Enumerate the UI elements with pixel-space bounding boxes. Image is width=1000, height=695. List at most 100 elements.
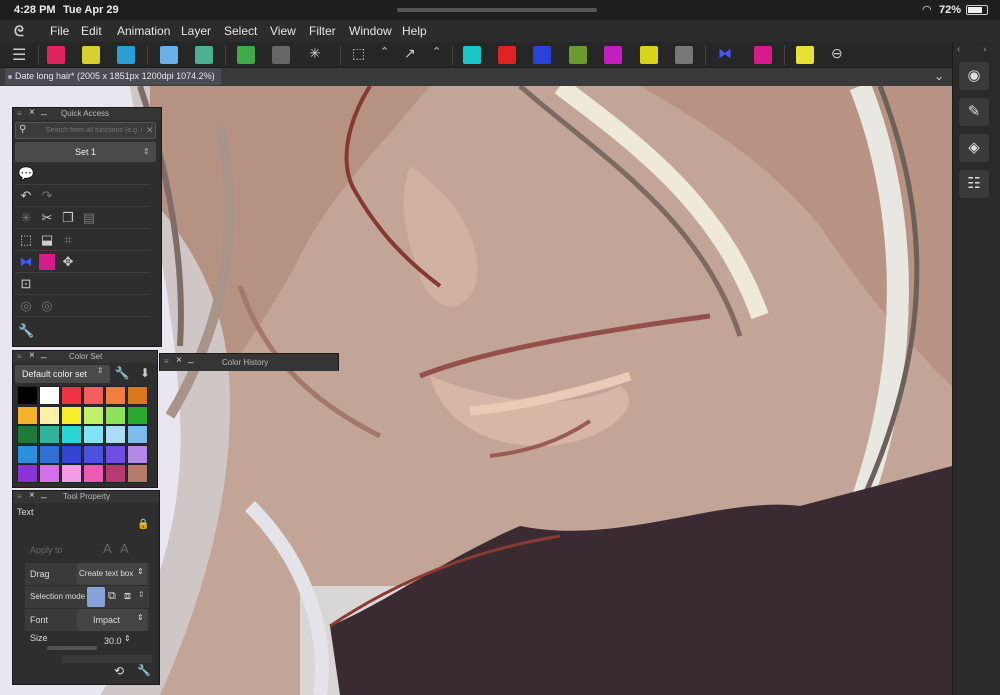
color-swatch[interactable]: [127, 405, 148, 425]
menu-edit[interactable]: Edit: [81, 24, 102, 38]
color-swatch[interactable]: [105, 386, 126, 405]
brush-burst-icon[interactable]: ✳: [309, 45, 321, 62]
color-swatch[interactable]: [83, 386, 104, 405]
green-tool-icon[interactable]: [569, 46, 587, 64]
collapse-left-icon[interactable]: ‹: [957, 44, 960, 55]
color-swatch[interactable]: [17, 386, 38, 405]
mesh-icon[interactable]: ⌗: [60, 232, 76, 248]
color-swatch[interactable]: [83, 425, 104, 445]
minimize-icon[interactable]: _: [41, 105, 47, 116]
menu-file[interactable]: File: [50, 24, 69, 38]
layers-icon[interactable]: ◈: [959, 134, 989, 162]
speech-bubble-icon[interactable]: 💬: [18, 166, 34, 182]
color-swatch[interactable]: [39, 464, 60, 484]
flip-horizontal-icon[interactable]: ⧓: [18, 254, 34, 270]
color-swatch[interactable]: [105, 425, 126, 445]
gray-tool-icon[interactable]: [675, 46, 693, 64]
minimize-icon[interactable]: _: [188, 353, 194, 364]
color-swatch[interactable]: [17, 444, 38, 464]
menu-animation[interactable]: Animation: [117, 24, 170, 38]
flip-vertical-icon[interactable]: [39, 254, 55, 270]
color-swatch[interactable]: [61, 405, 82, 425]
color-swatch[interactable]: [83, 464, 104, 484]
color-swatch[interactable]: [39, 405, 60, 425]
redo-icon[interactable]: ↷: [39, 188, 55, 204]
color-swatch[interactable]: [105, 464, 126, 484]
menu-layer[interactable]: Layer: [181, 24, 211, 38]
new-canvas-icon[interactable]: [47, 46, 65, 64]
function-search-input[interactable]: ⚲ Search from all functions (e.g. t ✕: [15, 122, 156, 139]
selection-new-icon[interactable]: [87, 587, 105, 607]
color-swatch[interactable]: [61, 464, 82, 484]
transform-icon[interactable]: ↗: [404, 45, 416, 62]
color-swatch[interactable]: [39, 444, 60, 464]
blue-tool-icon[interactable]: [533, 46, 551, 64]
drag-dropdown[interactable]: Create text box ⇕: [77, 563, 147, 585]
grip-icon[interactable]: ≡: [164, 357, 169, 366]
menu-select[interactable]: Select: [224, 24, 257, 38]
clear-icon[interactable]: ✳: [18, 210, 34, 226]
size-value[interactable]: 30.0: [104, 636, 122, 646]
color-fill-icon[interactable]: [463, 46, 481, 64]
close-icon[interactable]: ×: [29, 107, 35, 118]
clear-icon[interactable]: [272, 46, 290, 64]
red-tool-icon[interactable]: [498, 46, 516, 64]
link-icon[interactable]: ⊖: [831, 45, 843, 62]
menu-view[interactable]: View: [270, 24, 296, 38]
cut-icon[interactable]: ✂: [39, 210, 55, 226]
menu-help[interactable]: Help: [402, 24, 427, 38]
minimize-icon[interactable]: _: [41, 348, 47, 359]
move-icon[interactable]: ✥: [60, 254, 76, 270]
color-set-settings-icon[interactable]: 🔧: [114, 366, 130, 382]
color-swatch[interactable]: [127, 464, 148, 484]
color-swatch[interactable]: [105, 405, 126, 425]
document-tab[interactable]: Date long hair* (2005 x 1851px 1200dpi 1…: [5, 68, 221, 85]
color-swatch[interactable]: [17, 464, 38, 484]
minimize-icon[interactable]: _: [41, 488, 47, 499]
save-icon[interactable]: [117, 46, 135, 64]
color-swatch[interactable]: [17, 405, 38, 425]
color-swatch[interactable]: [39, 425, 60, 445]
ruler-icon[interactable]: [796, 46, 814, 64]
grip-icon[interactable]: ≡: [17, 109, 22, 118]
transform-select-icon[interactable]: ⬓: [39, 232, 55, 248]
app-logo-icon[interactable]: ᘓ: [14, 23, 32, 39]
color-set-dropdown[interactable]: Default color set ⇕: [15, 365, 110, 383]
zoom-tool-icon[interactable]: ⊡: [18, 276, 34, 292]
selection-icon[interactable]: ⬚: [18, 232, 34, 248]
paste-icon[interactable]: ▤: [81, 210, 97, 226]
color-swatch[interactable]: [61, 386, 82, 405]
chevron-down-icon[interactable]: ⌄: [934, 69, 944, 83]
open-file-icon[interactable]: [82, 46, 100, 64]
close-icon[interactable]: ×: [29, 490, 35, 501]
multitask-handle[interactable]: [397, 8, 597, 12]
chevron-updown-icon[interactable]: ⇕: [124, 634, 131, 643]
color-swatch[interactable]: [127, 444, 148, 464]
color-swatch[interactable]: [83, 405, 104, 425]
close-icon[interactable]: ×: [176, 355, 182, 366]
color-swatch[interactable]: [61, 444, 82, 464]
color-swatch[interactable]: [127, 425, 148, 445]
selection-add-icon[interactable]: ⧉: [108, 590, 116, 603]
color-swatch[interactable]: [127, 386, 148, 405]
lock-icon[interactable]: 🔒: [137, 519, 149, 530]
navigator-icon[interactable]: ◉: [959, 62, 989, 90]
yellow-tool-icon[interactable]: [640, 46, 658, 64]
reset-icon[interactable]: ⟲: [114, 664, 124, 678]
hamburger-icon[interactable]: ☰: [12, 45, 26, 65]
menu-filter[interactable]: Filter: [309, 24, 336, 38]
wrench-icon[interactable]: 🔧: [137, 664, 151, 677]
blend-icon[interactable]: ◎: [39, 298, 55, 314]
magenta-tool-icon[interactable]: [604, 46, 622, 64]
undo-icon[interactable]: ↶: [18, 188, 34, 204]
grip-icon[interactable]: ≡: [17, 352, 22, 361]
font-dropdown[interactable]: Impact ⇕: [77, 609, 147, 631]
collapse-right-icon[interactable]: ›: [983, 44, 986, 55]
color-swatch[interactable]: [105, 444, 126, 464]
flip-horizontal-icon[interactable]: ⧓: [718, 45, 732, 62]
select-all-icon[interactable]: ⬚: [352, 45, 365, 62]
layer-property-icon[interactable]: ☷: [959, 170, 989, 198]
grip-icon[interactable]: ≡: [17, 492, 22, 501]
color-set-import-icon[interactable]: ⬇: [137, 366, 153, 382]
color-swatch[interactable]: [39, 386, 60, 405]
